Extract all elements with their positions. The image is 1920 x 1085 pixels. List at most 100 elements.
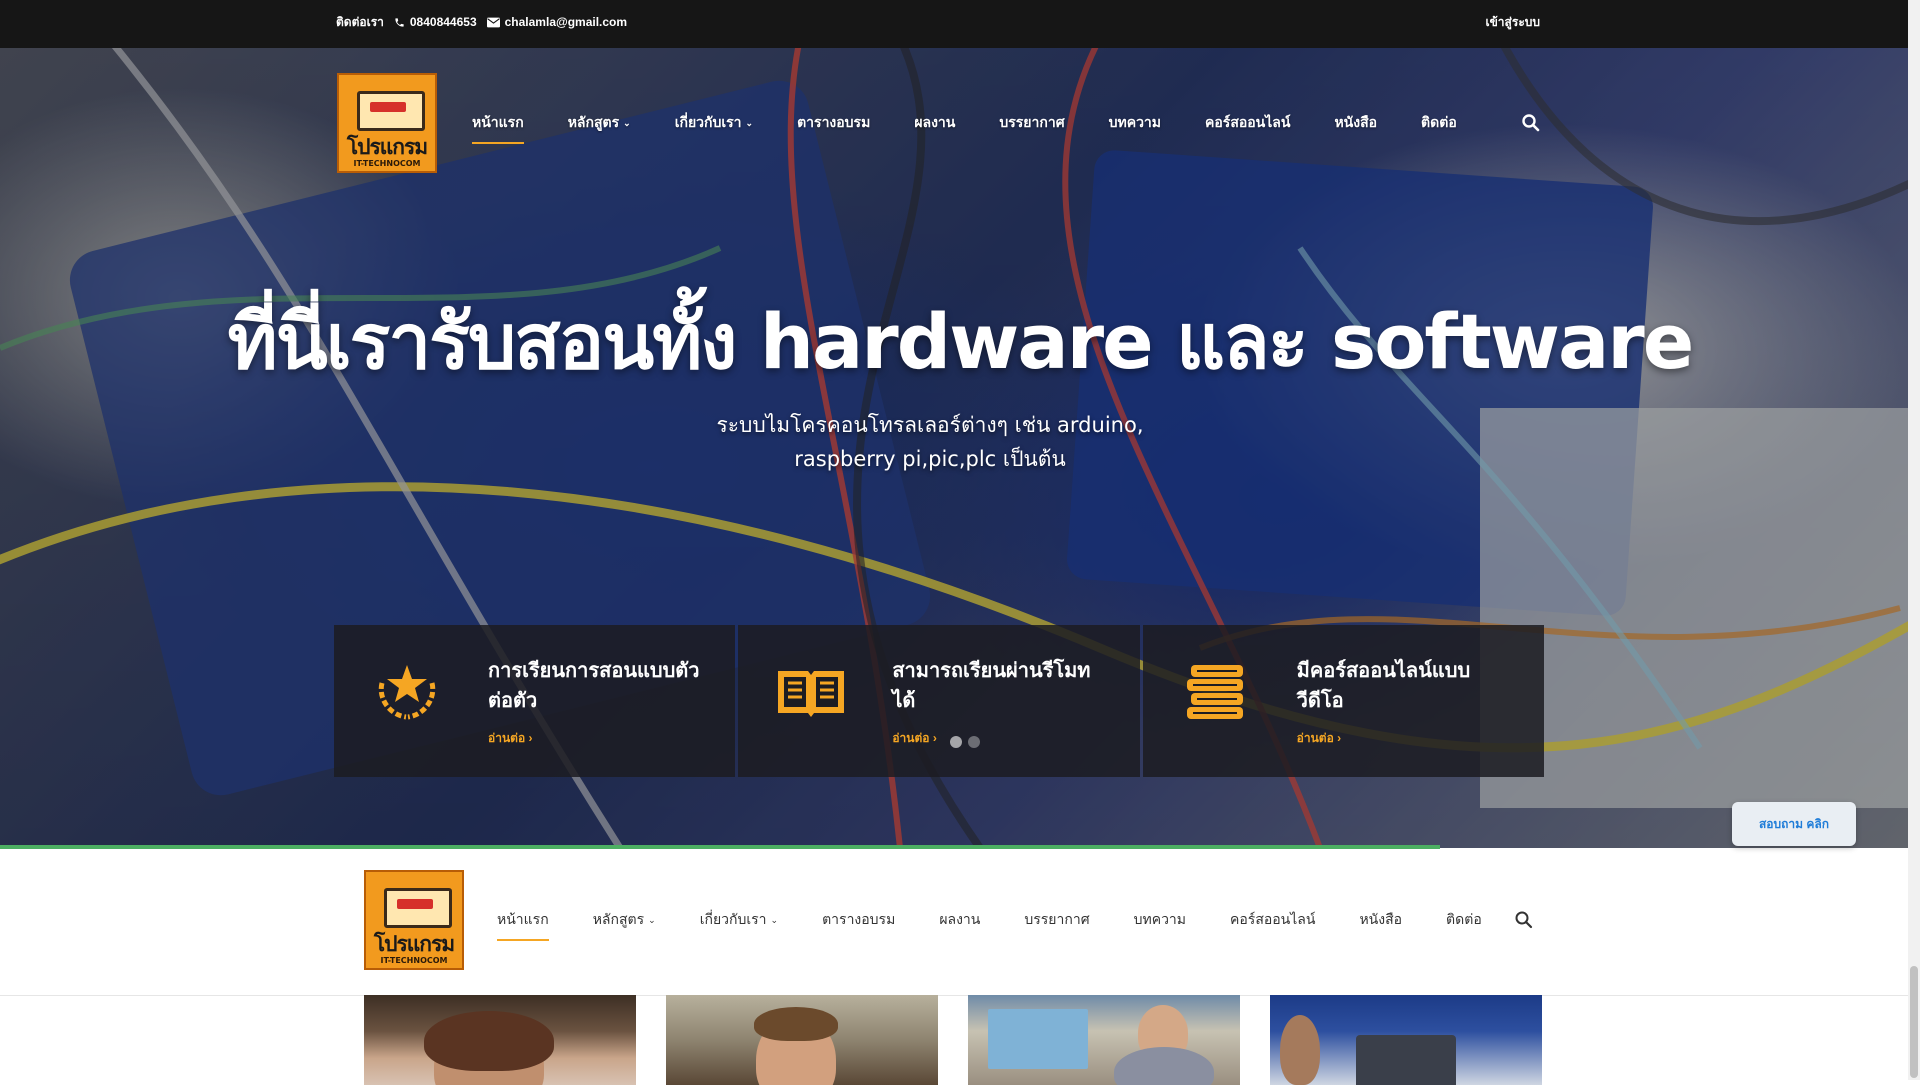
nav-item-books[interactable]: หนังสือ — [1359, 909, 1402, 931]
chevron-down-icon: ⌄ — [623, 117, 631, 128]
phone-icon — [395, 17, 404, 27]
nav-label: คอร์สออนไลน์ — [1230, 911, 1316, 927]
email-address: chalamla@gmail.com — [504, 15, 628, 29]
hero-headline: ที่นี่เรารับสอนทั้ง hardware และ softwar… — [227, 297, 1695, 386]
nav-label: ผลงาน — [914, 114, 956, 130]
nav-item-contact[interactable]: ติดต่อ — [1421, 112, 1457, 134]
nav-label: ติดต่อ — [1446, 911, 1482, 927]
hair — [754, 1007, 838, 1041]
nav-item-about[interactable]: เกี่ยวกับเรา ⌄ — [700, 909, 778, 931]
books-stack-icon — [1186, 665, 1243, 719]
nav-label: บรรยากาศ — [1024, 911, 1090, 927]
course-card-image[interactable] — [1270, 995, 1542, 1085]
shirt — [1114, 1047, 1214, 1085]
open-book-icon — [778, 671, 845, 717]
page-progress-bar — [0, 845, 1440, 849]
contact-info: ติดต่อเรา 0840844653 chalamla@gmail.com — [336, 0, 627, 44]
slider-dots — [950, 736, 980, 748]
nav-label: บทความ — [1133, 911, 1187, 927]
phone-link[interactable]: 0840844653 — [394, 15, 477, 29]
email-link[interactable]: chalamla@gmail.com — [486, 15, 628, 29]
sticky-menu: หน้าแรก หลักสูตร ⌄ เกี่ยวกับเรา ⌄ ตารางอบร… — [497, 870, 1526, 970]
course-card-image[interactable] — [968, 995, 1240, 1085]
page-scrollbar[interactable] — [1908, 0, 1920, 1080]
main-menu: หน้าแรก หลักสูตร ⌄ เกี่ยวกับเรา ⌄ ตารางอบร… — [472, 73, 1501, 173]
logo-graphic — [357, 91, 425, 131]
hero-subline-line2: raspberry pi,pic,plc เป็นต้น — [794, 447, 1066, 471]
chat-ask-button[interactable]: สอบถาม คลิก — [1732, 802, 1856, 846]
read-more-link[interactable]: อ่านต่อ › — [892, 729, 937, 748]
feature-title: มีคอร์สออนไลน์แบบวีดีโอ — [1296, 658, 1471, 712]
nav-label: หน้าแรก — [497, 911, 549, 927]
slider-dot[interactable] — [968, 736, 980, 748]
feature-box-remote: สามารถเรียนผ่านรีโมทได้ อ่านต่อ › — [738, 625, 1140, 777]
nav-item-home[interactable]: หน้าแรก — [472, 112, 524, 144]
nav-item-contact[interactable]: ติดต่อ — [1446, 909, 1482, 931]
nav-item-online-courses[interactable]: คอร์สออนไลน์ — [1230, 909, 1315, 931]
feature-box-one-on-one: การเรียนการสอนแบบตัวต่อตัว อ่านต่อ › — [334, 625, 736, 777]
logo-sub-text: IT-TECHNOCOM — [380, 956, 448, 965]
nav-label: หนังสือ — [1359, 911, 1403, 927]
hero-subline: ระบบไมโครคอนโทรลเลอร์ต่างๆ เช่น arduino,… — [560, 408, 1300, 476]
course-card-image[interactable] — [666, 995, 938, 1085]
course-cards — [364, 995, 1542, 1085]
nav-item-articles[interactable]: บทความ — [1134, 909, 1186, 931]
nav-item-schedule[interactable]: ตารางอบรม — [822, 909, 895, 931]
nav-item-atmosphere[interactable]: บรรยากาศ — [1024, 909, 1089, 931]
logo-sub-text: IT-TECHNOCOM — [353, 159, 421, 168]
hair — [424, 1011, 554, 1071]
nav-item-articles[interactable]: บทความ — [1109, 112, 1161, 134]
read-more-link[interactable]: อ่านต่อ › — [1297, 729, 1342, 748]
map-poster — [988, 1009, 1088, 1069]
search-icon[interactable] — [1514, 910, 1534, 930]
nav-item-online-courses[interactable]: คอร์สออนไลน์ — [1205, 112, 1290, 134]
nav-item-atmosphere[interactable]: บรรยากาศ — [999, 112, 1064, 134]
chevron-right-icon: › — [1337, 731, 1342, 745]
nav-item-books[interactable]: หนังสือ — [1334, 112, 1377, 134]
chevron-down-icon: ⌄ — [745, 117, 754, 128]
course-card-image[interactable] — [364, 995, 636, 1085]
scrollbar-thumb[interactable] — [1910, 966, 1918, 1078]
nav-label: ตารางอบรม — [822, 911, 896, 927]
award-star-icon — [378, 665, 436, 720]
feature-title: สามารถเรียนผ่านรีโมทได้ — [892, 658, 1091, 712]
chevron-right-icon: › — [932, 731, 937, 745]
login-link[interactable]: เข้าสู่ระบบ — [1486, 0, 1541, 44]
nav-item-about[interactable]: เกี่ยวกับเรา ⌄ — [675, 112, 753, 134]
nav-item-schedule[interactable]: ตารางอบรม — [797, 112, 870, 134]
main-nav: โปรแกรม IT-TECHNOCOM หน้าแรก หลักสูตร ⌄ เ… — [337, 73, 1541, 175]
read-more-label: อ่านต่อ — [1296, 731, 1334, 745]
nav-item-portfolio[interactable]: ผลงาน — [914, 112, 955, 134]
envelope-icon — [486, 17, 500, 27]
feature-title: การเรียนการสอนแบบตัวต่อตัว — [488, 658, 700, 712]
nav-label: บทความ — [1108, 114, 1162, 130]
search-icon[interactable] — [1521, 113, 1541, 133]
read-more-label: อ่านต่อ — [488, 731, 526, 745]
nav-label: ตารางอบรม — [797, 114, 871, 130]
feature-boxes: การเรียนการสอนแบบตัวต่อตัว อ่านต่อ › สาม… — [334, 625, 1544, 777]
feature-box-online-video: มีคอร์สออนไลน์แบบวีดีโอ อ่านต่อ › — [1142, 625, 1544, 777]
read-more-link[interactable]: อ่านต่อ › — [488, 729, 533, 748]
site-logo[interactable]: โปรแกรม IT-TECHNOCOM — [337, 73, 437, 173]
nav-label: เกี่ยวกับเรา — [699, 911, 767, 927]
nav-item-courses[interactable]: หลักสูตร ⌄ — [593, 909, 656, 931]
nav-item-portfolio[interactable]: ผลงาน — [939, 909, 980, 931]
laptop-photo — [1356, 1035, 1456, 1085]
person-photo — [1280, 1015, 1320, 1085]
chevron-right-icon: › — [528, 731, 533, 745]
slider-dot[interactable] — [950, 736, 962, 748]
nav-label: หนังสือ — [1334, 114, 1378, 130]
nav-item-courses[interactable]: หลักสูตร ⌄ — [568, 112, 631, 134]
nav-item-home[interactable]: หน้าแรก — [497, 909, 549, 941]
contact-label: ติดต่อเรา — [336, 14, 384, 29]
nav-label: คอร์สออนไลน์ — [1205, 114, 1291, 130]
sticky-nav: โปรแกรม IT-TECHNOCOM หน้าแรก หลักสูตร ⌄ เ… — [0, 849, 1920, 996]
nav-label: เกี่ยวกับเรา — [674, 114, 742, 130]
top-bar: ติดต่อเรา 0840844653 chalamla@gmail.com … — [0, 0, 1920, 48]
chevron-down-icon: ⌄ — [648, 914, 656, 925]
nav-label: ติดต่อ — [1421, 114, 1457, 130]
hero-subline-line1: ระบบไมโครคอนโทรลเลอร์ต่างๆ เช่น arduino, — [716, 413, 1144, 437]
site-logo[interactable]: โปรแกรม IT-TECHNOCOM — [364, 870, 464, 970]
nav-label: หลักสูตร — [567, 114, 620, 130]
nav-label: ผลงาน — [939, 911, 981, 927]
